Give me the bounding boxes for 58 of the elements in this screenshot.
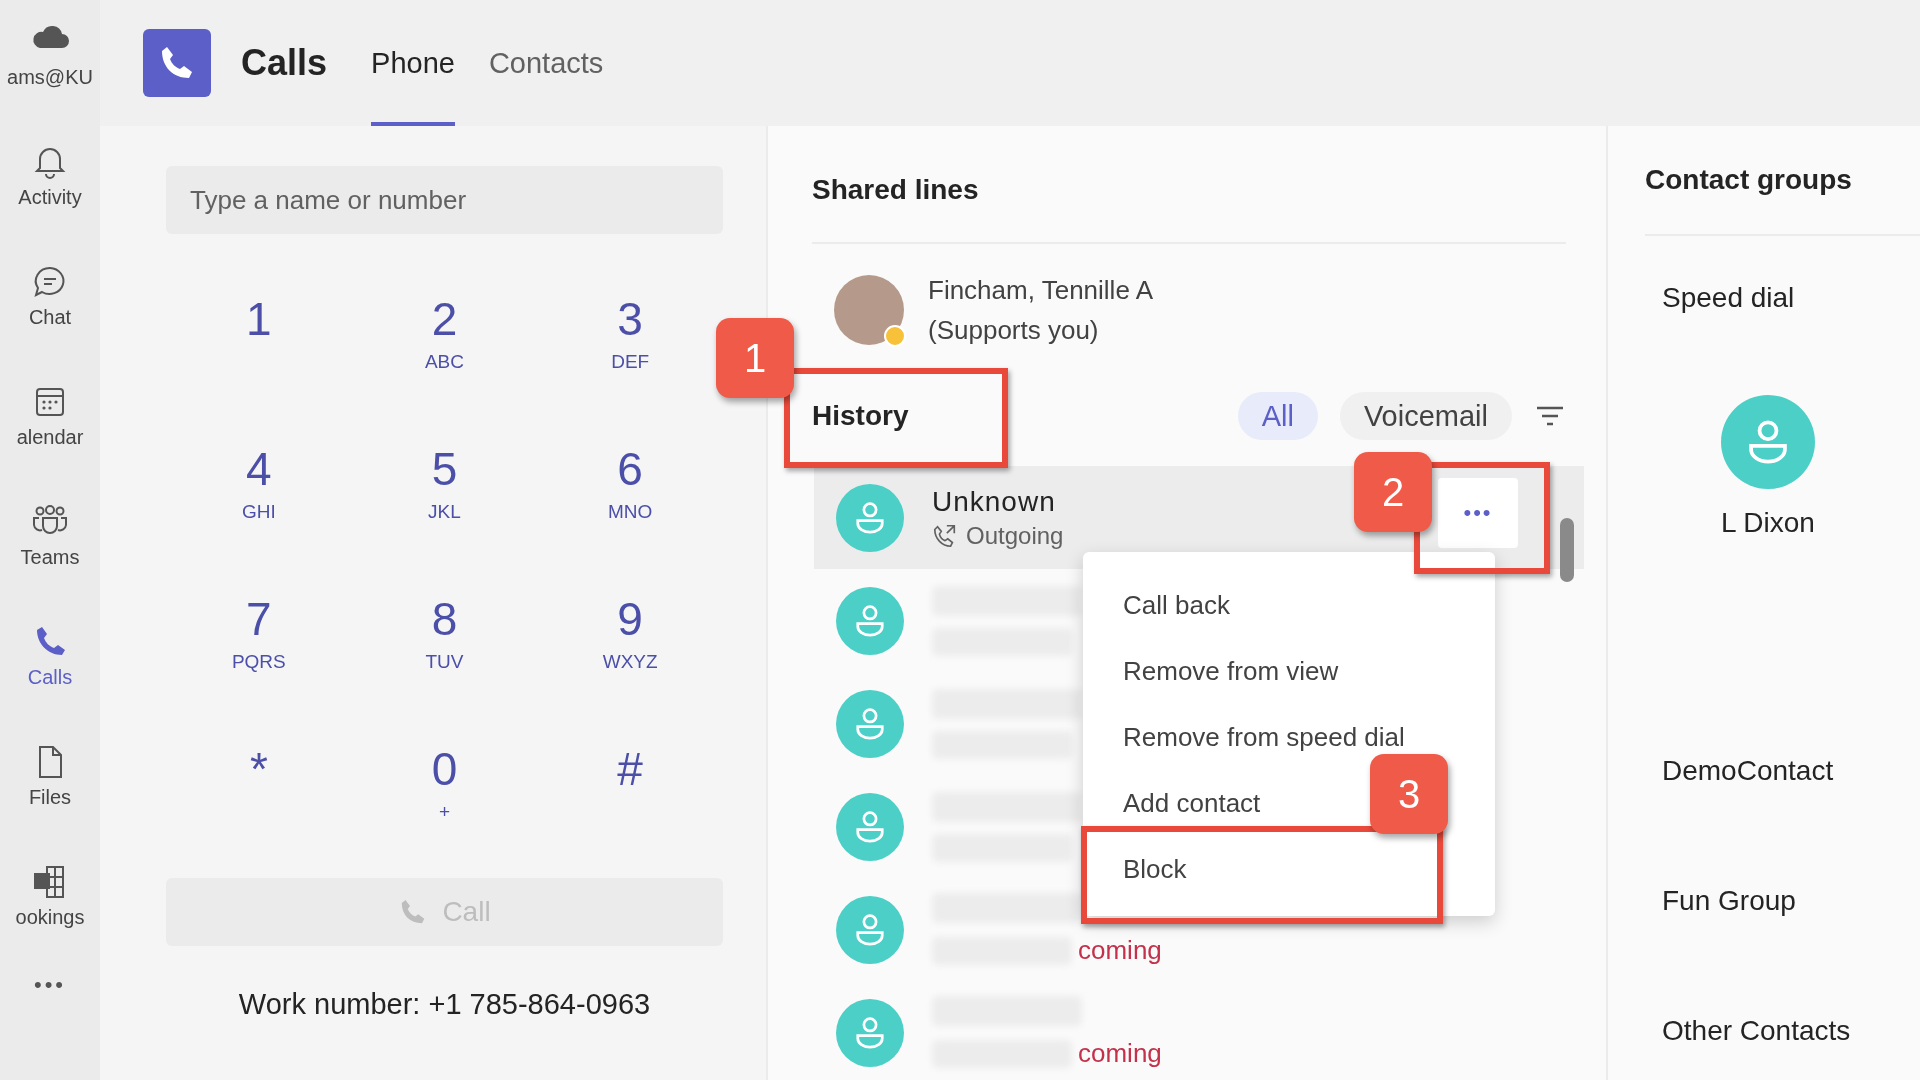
contact-group-item[interactable]: Speed dial: [1662, 236, 1920, 360]
filter-pill[interactable]: All: [1237, 392, 1318, 440]
number-search-field[interactable]: Type a name or number: [166, 166, 723, 234]
shared-line-name: Fincham, Tennille A (Supports you): [928, 274, 1153, 347]
contact-group-item[interactable]: Other Contacts: [1662, 966, 1920, 1080]
dial-key[interactable]: 4 GHI: [193, 424, 324, 574]
contact-group-item[interactable]: Fun Group: [1662, 836, 1920, 966]
dial-key[interactable]: 5 JKL: [379, 424, 510, 574]
menu-item[interactable]: Add contact: [1113, 770, 1271, 836]
person-avatar-icon: [836, 998, 904, 1067]
step-number-badge: 1: [716, 318, 794, 398]
work-number: Work number: +1 785-864-0963: [237, 988, 652, 1021]
contact-name[interactable]: L Dixon: [1721, 507, 1815, 539]
caller-name[interactable]: Unknown: [932, 485, 1064, 518]
section-heading: History: [812, 400, 910, 432]
call-direction-label: Outgoing: [966, 521, 1064, 550]
dial-key[interactable]: 2 ABC: [379, 274, 510, 424]
dial-key[interactable]: 1: [193, 274, 324, 424]
rail-item-label[interactable]: ams@KU: [7, 66, 93, 89]
missed-call-label: coming: [1078, 1038, 1162, 1069]
rail-item-label[interactable]: Calls: [27, 666, 73, 689]
app-title: Calls: [241, 42, 328, 84]
step-number-badge: 3: [1370, 754, 1448, 834]
dial-key[interactable]: 6 MNO: [565, 424, 696, 574]
calls-app-logo: [143, 29, 211, 97]
more-apps-icon[interactable]: •••: [33, 972, 67, 998]
section-heading: Shared lines: [812, 174, 980, 207]
rail-item-label[interactable]: Teams: [20, 546, 80, 569]
person-avatar-icon: [836, 483, 904, 552]
rail-item-label[interactable]: alendar: [16, 426, 84, 449]
menu-item[interactable]: Remove from view: [1113, 638, 1349, 704]
scrollbar-thumb[interactable]: [1560, 518, 1574, 582]
dial-key[interactable]: 9 WXYZ: [565, 574, 696, 724]
header-tab[interactable]: Contacts: [488, 0, 604, 126]
dial-key[interactable]: 3 DEF: [565, 274, 696, 424]
menu-item[interactable]: Block: [1113, 836, 1197, 902]
section-heading: Contact groups: [1645, 164, 1920, 236]
person-avatar-icon: [836, 586, 904, 655]
dial-key[interactable]: #: [565, 724, 696, 874]
dial-key[interactable]: *: [193, 724, 324, 874]
rail-item-label[interactable]: Activity: [18, 186, 82, 209]
dial-key[interactable]: 8 TUV: [379, 574, 510, 724]
presence-away-icon: [884, 325, 906, 347]
person-avatar-icon: [836, 895, 904, 964]
person-avatar-icon: [836, 689, 904, 758]
person-avatar-icon: [836, 792, 904, 861]
rail-item-label[interactable]: ookings: [15, 906, 85, 929]
dial-key[interactable]: 0 +: [379, 724, 510, 874]
filter-pill[interactable]: Voicemail: [1339, 392, 1512, 440]
contact-group-item[interactable]: DemoContact: [1662, 706, 1920, 836]
rail-item-label[interactable]: Files: [28, 786, 72, 809]
more-options-button[interactable]: •••: [1438, 478, 1518, 548]
step-number-badge: 2: [1354, 452, 1432, 532]
missed-call-label: coming: [1078, 935, 1162, 966]
outgoing-call-icon: [932, 522, 958, 549]
menu-item[interactable]: Call back: [1113, 572, 1240, 638]
dial-key[interactable]: 7 PQRS: [193, 574, 324, 724]
rail-item-label[interactable]: Chat: [28, 306, 72, 329]
